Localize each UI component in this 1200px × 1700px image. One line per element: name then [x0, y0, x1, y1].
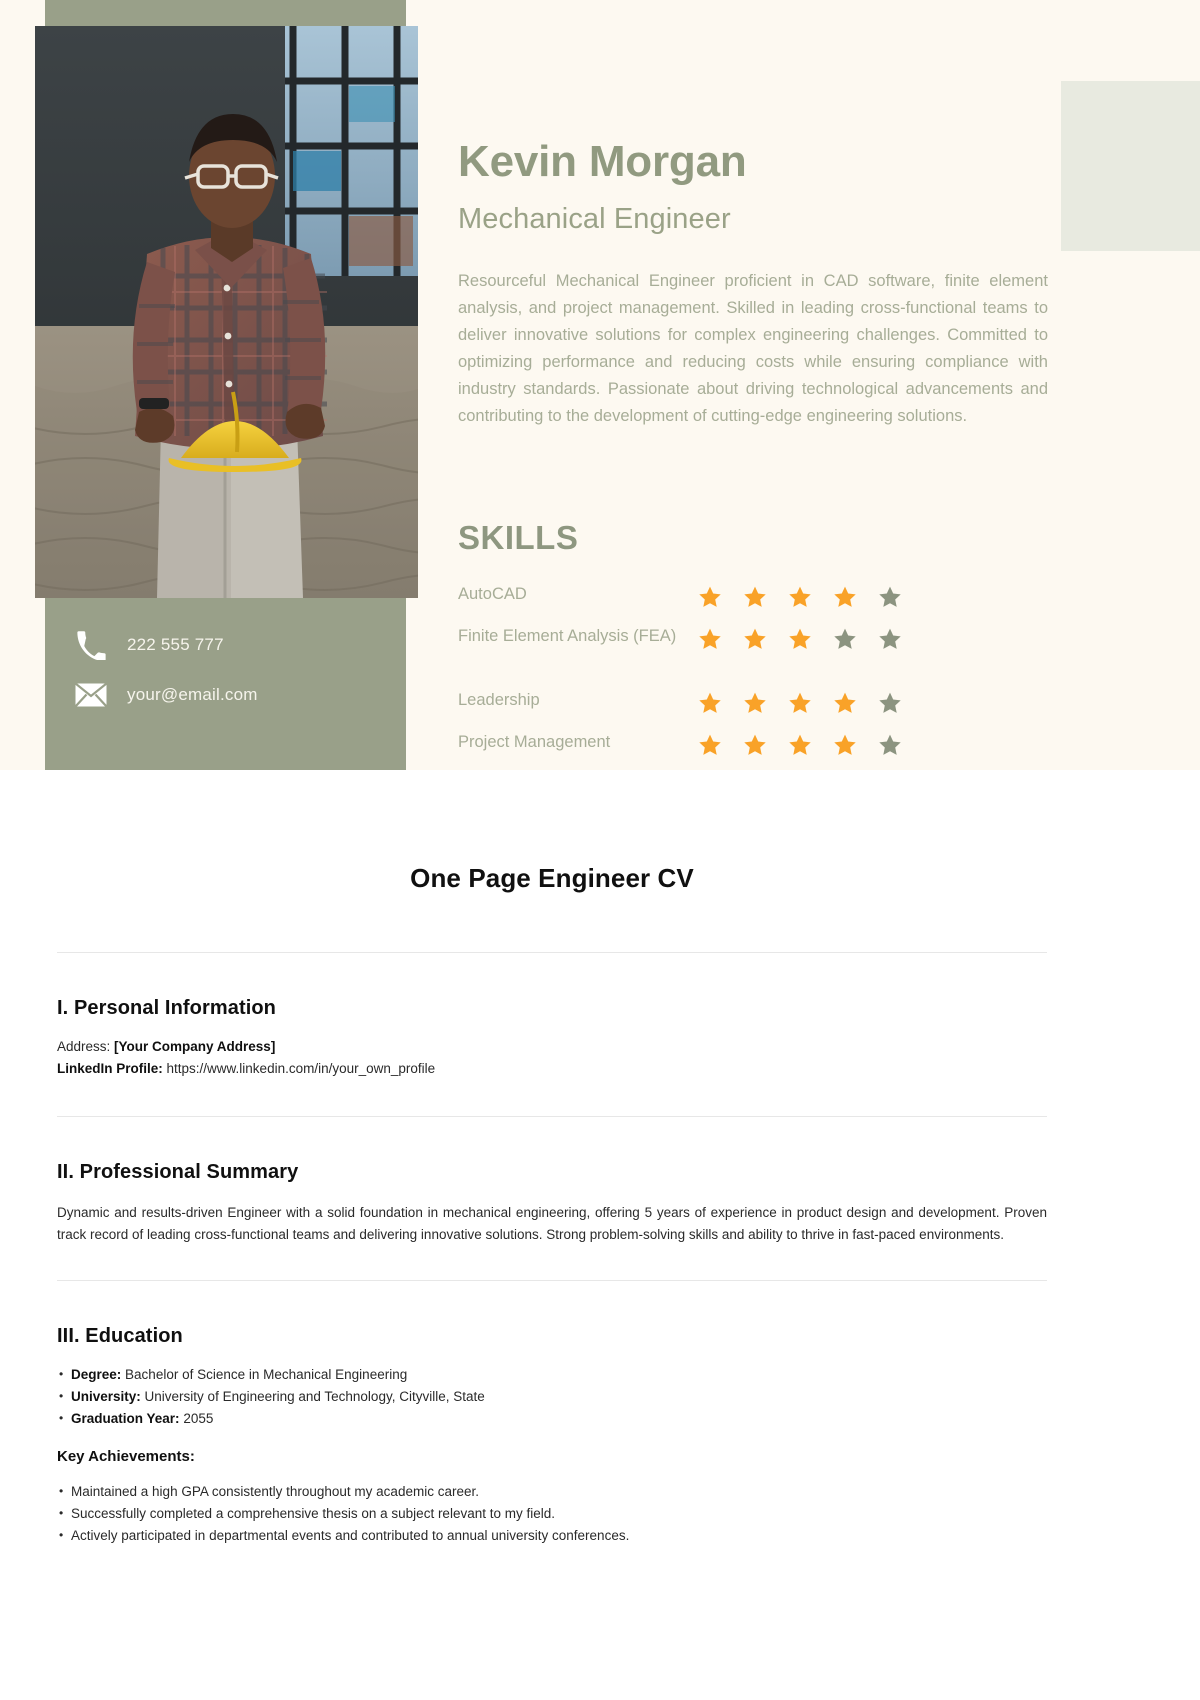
education-item-label: Graduation Year:: [71, 1411, 180, 1426]
phone-icon: [73, 628, 109, 662]
contact-phone-row: 222 555 777: [73, 628, 224, 662]
star-icon: [834, 734, 856, 755]
divider-3: [57, 1280, 1047, 1281]
contact-block: 222 555 777 your@email.com: [45, 598, 406, 770]
achievements-list: Maintained a high GPA consistently throu…: [57, 1480, 1047, 1547]
skill-rating[interactable]: [698, 585, 902, 609]
linkedin-label: LinkedIn Profile:: [57, 1061, 163, 1076]
star-icon: [744, 734, 766, 755]
star-icon: [834, 692, 856, 713]
phone-number: 222 555 777: [127, 635, 224, 654]
document-title: One Page Engineer CV: [410, 863, 694, 893]
star-icon: [789, 692, 811, 713]
section-heading-personal: I. Personal Information: [57, 997, 276, 1019]
skill-row: Finite Element Analysis (FEA): [458, 625, 998, 689]
star-icon: [699, 734, 721, 755]
section-personal-information: I. Personal Information Address: [Your C…: [57, 997, 1047, 1080]
resume-name: Kevin Morgan: [458, 137, 747, 186]
profile-photo: [35, 26, 418, 598]
education-item-value: University of Engineering and Technology…: [144, 1389, 485, 1404]
section-heading-education: III. Education: [57, 1325, 183, 1347]
star-icon: [699, 692, 721, 713]
skill-label: Leadership: [458, 691, 540, 709]
skill-row: Project Management: [458, 731, 998, 770]
summary-text: Dynamic and results-driven Engineer with…: [57, 1205, 1047, 1242]
divider-1: [57, 952, 1047, 953]
achievement-item: Actively participated in departmental ev…: [57, 1524, 1047, 1547]
personal-linkedin-line: LinkedIn Profile: https://www.linkedin.c…: [57, 1058, 1047, 1080]
decorative-rectangle-right: [1061, 81, 1200, 251]
education-item-label: University:: [71, 1389, 141, 1404]
star-icon: [879, 734, 901, 755]
section-heading-summary: II. Professional Summary: [57, 1161, 299, 1183]
education-item-value: 2055: [183, 1411, 214, 1426]
education-item: Graduation Year: 2055: [57, 1407, 1047, 1430]
star-icon: [879, 586, 901, 607]
star-icon: [699, 586, 721, 607]
education-item-value: Bachelor of Science in Mechanical Engine…: [125, 1367, 408, 1382]
star-icon: [699, 628, 721, 649]
star-icon: [834, 628, 856, 649]
divider-2: [57, 1116, 1047, 1117]
personal-address-line: Address: [Your Company Address]: [57, 1036, 1047, 1058]
section-professional-summary: II. Professional Summary Dynamic and res…: [57, 1161, 1047, 1246]
star-icon: [744, 628, 766, 649]
contact-email-row: your@email.com: [73, 678, 258, 712]
email-address: your@email.com: [127, 685, 258, 704]
skill-label: AutoCAD: [458, 585, 527, 603]
star-icon: [789, 628, 811, 649]
education-item: Degree: Bachelor of Science in Mechanica…: [57, 1363, 1047, 1386]
skill-label: Finite Element Analysis (FEA): [458, 627, 677, 645]
skill-rating[interactable]: [698, 627, 902, 651]
envelope-icon: [73, 678, 109, 712]
photo-illustration: [35, 26, 418, 598]
skill-row: Leadership: [458, 689, 998, 731]
skill-label: Project Management: [458, 733, 611, 751]
education-item: University: University of Engineering an…: [57, 1385, 1047, 1408]
star-icon: [834, 586, 856, 607]
address-value: [Your Company Address]: [114, 1039, 276, 1054]
education-item-label: Degree:: [71, 1367, 122, 1382]
resume-role: Mechanical Engineer: [458, 203, 731, 235]
key-achievements-heading: Key Achievements:: [57, 1448, 195, 1465]
section-education: III. Education Degree: Bachelor of Scien…: [57, 1325, 1047, 1547]
education-list: Degree: Bachelor of Science in Mechanica…: [57, 1363, 1047, 1430]
document-area: One Page Engineer CV I. Personal Informa…: [0, 770, 1200, 1700]
skill-row: AutoCAD: [458, 583, 998, 625]
address-label: Address:: [57, 1039, 111, 1054]
resume-bio: Resourceful Mechanical Engineer proficie…: [458, 272, 1048, 425]
star-icon: [789, 586, 811, 607]
skill-rating[interactable]: [698, 691, 902, 715]
resume-preview: 222 555 777 your@email.com Kevin Morgan …: [0, 0, 1200, 770]
star-icon: [744, 586, 766, 607]
star-icon: [744, 692, 766, 713]
linkedin-value[interactable]: https://www.linkedin.com/in/your_own_pro…: [167, 1061, 436, 1076]
star-icon: [879, 628, 901, 649]
skill-rating[interactable]: [698, 733, 902, 757]
skills-list: AutoCAD Finite Element Analysis (FEA) Lead…: [458, 583, 998, 770]
achievement-item: Maintained a high GPA consistently throu…: [57, 1480, 1047, 1503]
skills-heading: SKILLS: [458, 519, 579, 556]
star-icon: [789, 734, 811, 755]
achievement-item: Successfully completed a comprehensive t…: [57, 1502, 1047, 1525]
star-icon: [879, 692, 901, 713]
